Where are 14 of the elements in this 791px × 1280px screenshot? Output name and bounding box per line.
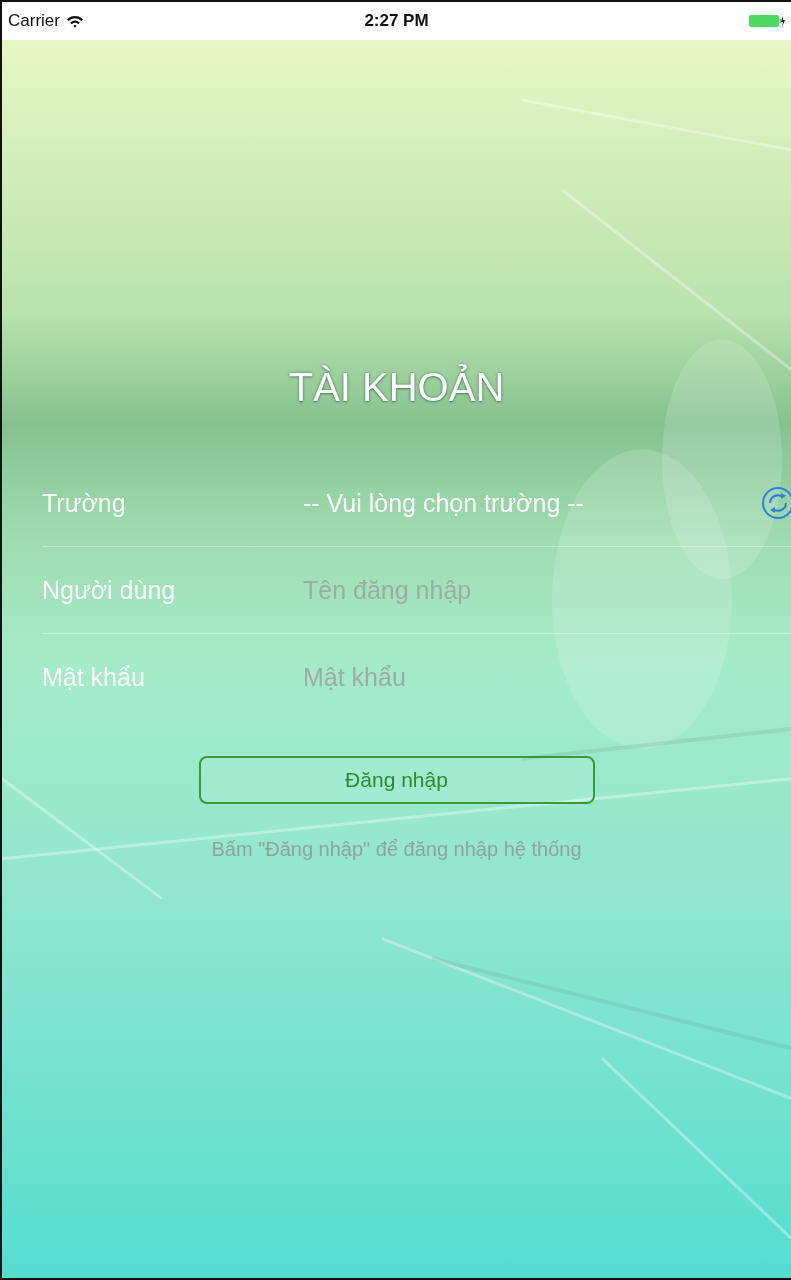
- refresh-icon[interactable]: [761, 486, 791, 520]
- hint-text: Bấm "Đăng nhập" để đăng nhập hệ thống: [211, 838, 582, 861]
- field-label: Trường: [42, 488, 127, 518]
- field-label: Mật khẩu: [42, 662, 146, 692]
- battery-icon: [749, 14, 785, 28]
- carrier-label: Carrier: [8, 11, 60, 31]
- field-label: Người dùng: [42, 575, 177, 605]
- wifi-icon: [65, 14, 84, 28]
- login-button[interactable]: Đăng nhập: [198, 756, 595, 804]
- input-field[interactable]: Mật khẩu: [303, 662, 791, 692]
- clock-label: 2:27 PM: [364, 11, 429, 31]
- screen-title: TÀI KHOẢN: [288, 365, 505, 410]
- school-picker[interactable]: -- Vui lòng chọn trường --: [303, 488, 761, 518]
- input-field[interactable]: Tên đăng nhập: [303, 575, 791, 605]
